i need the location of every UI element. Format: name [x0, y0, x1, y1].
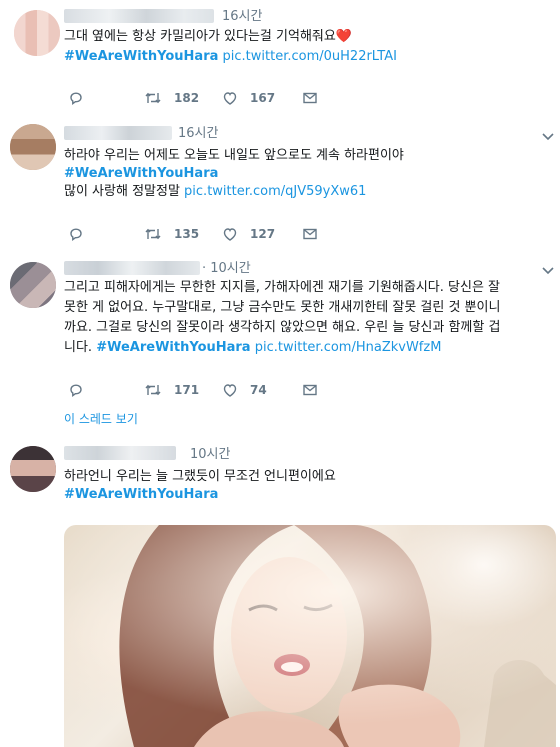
blurred-username[interactable]	[64, 9, 214, 23]
pic-link[interactable]: pic.twitter.com/HnaZkvWfzM	[255, 340, 442, 355]
hashtag-link[interactable]: #WeAreWithYouHara	[64, 49, 218, 64]
like-count: 127	[250, 227, 276, 241]
reply-icon	[70, 92, 82, 105]
blurred-username[interactable]	[64, 261, 200, 275]
heart-icon	[223, 92, 237, 105]
heart-icon	[223, 228, 237, 241]
direct-message-icon	[303, 92, 317, 104]
retweet-icon	[145, 228, 161, 240]
red-heart-emoji: ❤️	[335, 29, 353, 44]
tweet-text: 하라야 우리는 어제도 오늘도 내일도 앞으로도 계속 하라편이야	[64, 148, 404, 163]
pic-link[interactable]: pic.twitter.com/0uH22rLTAI	[223, 49, 397, 64]
tweet-actions: 135 127	[68, 224, 328, 244]
dm-button[interactable]	[302, 380, 318, 400]
show-thread-link[interactable]: 이 스레드 보기	[64, 410, 138, 427]
avatar[interactable]	[10, 124, 56, 170]
retweet-count: 182	[174, 91, 200, 105]
tweet-1[interactable]: 16시간 그대 옆에는 항상 카밀리아가 있다는걸 기억해줘요❤️ #WeAre…	[0, 0, 560, 119]
like-count: 167	[250, 91, 276, 105]
reply-button[interactable]	[68, 380, 84, 400]
tweet-time[interactable]: 16시간	[222, 9, 262, 25]
like-button[interactable]: 127	[222, 224, 275, 244]
tweet-2[interactable]: 16시간 하라야 우리는 어제도 오늘도 내일도 앞으로도 계속 하라편이야 #…	[0, 118, 560, 251]
avatar[interactable]	[14, 10, 60, 56]
pic-link[interactable]: pic.twitter.com/qJV59yXw61	[184, 184, 366, 199]
tweet-text: 그대 옆에는 항상 카밀리아가 있다는걸 기억해줘요❤️	[64, 29, 353, 44]
reply-icon	[70, 228, 82, 241]
avatar[interactable]	[10, 262, 56, 308]
dm-button[interactable]	[302, 88, 318, 108]
like-button[interactable]: 167	[222, 88, 275, 108]
tweet-text: 그리고 피해자에게는 무한한 지지를, 가해자에겐 재기를 기원해줍시다. 당신…	[64, 280, 501, 355]
chevron-down-icon[interactable]	[540, 128, 556, 144]
retweet-icon	[145, 92, 161, 104]
dm-button[interactable]	[302, 224, 318, 244]
retweet-icon	[145, 384, 161, 396]
blurred-username[interactable]	[64, 126, 172, 140]
tweet-photo[interactable]	[64, 525, 556, 747]
like-button[interactable]: 74	[222, 380, 267, 400]
retweet-button[interactable]: 135	[144, 224, 199, 244]
tweet-actions: 182 167	[68, 88, 328, 108]
blurred-username[interactable]	[64, 446, 176, 460]
direct-message-icon	[303, 228, 317, 240]
chevron-down-icon[interactable]	[540, 262, 556, 278]
tweet-tags: #WeAreWithYouHara	[64, 485, 544, 505]
avatar[interactable]	[10, 446, 56, 492]
reply-button[interactable]	[68, 88, 84, 108]
reply-button[interactable]	[68, 224, 84, 244]
retweet-count: 171	[174, 383, 200, 397]
tweet-text-2: 많이 사랑해 정말정말 pic.twitter.com/qJV59yXw61	[64, 184, 367, 199]
heart-icon	[223, 384, 237, 397]
hashtag-link[interactable]: #WeAreWithYouHara	[64, 487, 218, 502]
tweet-3[interactable]: · 10시간 그리고 피해자에게는 무한한 지지를, 가해자에겐 재기를 기원해…	[0, 250, 560, 437]
tweet-tags: #WeAreWithYouHara	[64, 164, 544, 184]
hashtag-link[interactable]: #WeAreWithYouHara	[96, 340, 250, 355]
tweet-tags: #WeAreWithYouHara pic.twitter.com/0uH22r…	[64, 47, 544, 67]
hashtag-link[interactable]: #WeAreWithYouHara	[64, 166, 218, 181]
tweet-time[interactable]: 16시간	[178, 126, 218, 142]
reply-icon	[70, 384, 82, 397]
direct-message-icon	[303, 384, 317, 396]
retweet-button[interactable]: 182	[144, 88, 199, 108]
like-count: 74	[250, 383, 267, 397]
tweet-text: 하라언니 우리는 늘 그랬듯이 무조건 언니편이에요	[64, 469, 336, 484]
retweet-button[interactable]: 171	[144, 380, 199, 400]
photo-content	[64, 525, 556, 747]
tweet-actions: 171 74	[68, 380, 328, 400]
retweet-count: 135	[174, 227, 200, 241]
tweet-time[interactable]: 10시간	[190, 447, 230, 463]
tweet-time[interactable]: · 10시간	[202, 261, 251, 277]
